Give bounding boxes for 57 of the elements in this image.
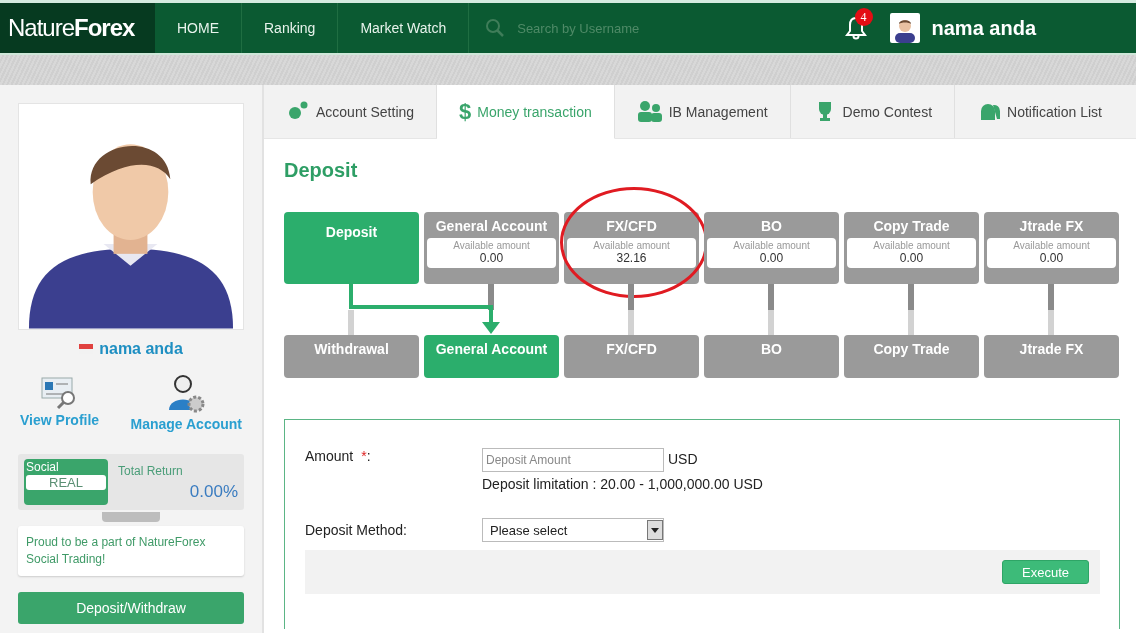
amount-label: Available amount (453, 240, 530, 251)
box-label: FX/CFD (606, 218, 657, 234)
amount-label: Available amount (593, 240, 670, 251)
tab-label: Demo Contest (842, 103, 933, 120)
tab-label: Notification List (1007, 103, 1102, 120)
account-box[interactable]: Jtrade FX Available amount 0.00 (984, 212, 1119, 284)
amount-label: Available amount (733, 240, 810, 251)
notification-badge: 4 (854, 8, 873, 26)
profile-message: Proud to be a part of NatureForex Social Trading! (18, 526, 244, 576)
nav-link[interactable]: HOME (155, 3, 242, 53)
user-gear-icon (166, 374, 207, 414)
amount-label: Available amount (873, 240, 950, 251)
box-label: Copy Trade (873, 218, 950, 234)
tab-label: IB Management (668, 103, 768, 120)
amount-label: Amount *: (305, 448, 372, 464)
search-field[interactable]: Search by Username (515, 19, 740, 37)
box-label: Deposit (325, 224, 378, 240)
return-label: Total Return (118, 464, 184, 478)
account-box[interactable]: FX/CFD Available amount 32.16 (564, 212, 699, 284)
profile-name: nama anda (99, 340, 183, 358)
tab-label: Money transaction (477, 103, 592, 120)
account-box[interactable]: Copy Trade Available amount 0.00 (844, 212, 979, 284)
amount-value: 0.00 (1039, 251, 1064, 265)
limitation-text: Deposit limitation : 20.00 - 1,000,000.00 USD (482, 476, 764, 492)
page-title: Deposit (284, 159, 359, 183)
amount-field[interactable]: Deposit Amount (482, 448, 664, 472)
amount-value: 32.16 (616, 251, 647, 265)
tab[interactable]: Notification List (955, 85, 1136, 138)
search-icon (485, 18, 506, 38)
people-icon (636, 99, 663, 124)
dollar-icon: $ (459, 98, 472, 125)
user-name[interactable]: nama anda (931, 16, 1036, 40)
tab[interactable]: Demo Contest (790, 85, 956, 138)
box-label: General Account (435, 218, 548, 234)
tab-label: Account Setting (316, 103, 415, 120)
avatar-icon[interactable] (889, 13, 920, 43)
amount-value: 0.00 (759, 251, 784, 265)
nav-link[interactable]: Ranking (242, 3, 339, 53)
drag-handle[interactable] (102, 512, 160, 522)
return-value: 0.00% (188, 482, 238, 502)
amount-label: Available amount (1013, 240, 1090, 251)
brand-logo[interactable]: NatureForex (0, 3, 155, 53)
account-box[interactable]: BO Available amount 0.00 (704, 212, 839, 284)
bell-icon[interactable] (843, 15, 868, 41)
amount-value: 0.00 (479, 251, 504, 265)
tag-label: Social (26, 460, 60, 474)
nav-link[interactable]: Market Watch (338, 3, 470, 53)
amount-value: 0.00 (899, 251, 924, 265)
box-label: BO (761, 218, 782, 234)
account-box[interactable]: General Account Available amount 0.00 (424, 212, 559, 284)
currency-label: USD (668, 451, 698, 467)
tab[interactable]: IB Management (614, 85, 791, 138)
method-dropdown[interactable]: Please select (482, 518, 664, 542)
account-type: REAL (26, 475, 106, 490)
method-label: Deposit Method: (305, 522, 408, 538)
box-label: Jtrade FX (1019, 218, 1084, 234)
caret-icon (651, 527, 659, 533)
